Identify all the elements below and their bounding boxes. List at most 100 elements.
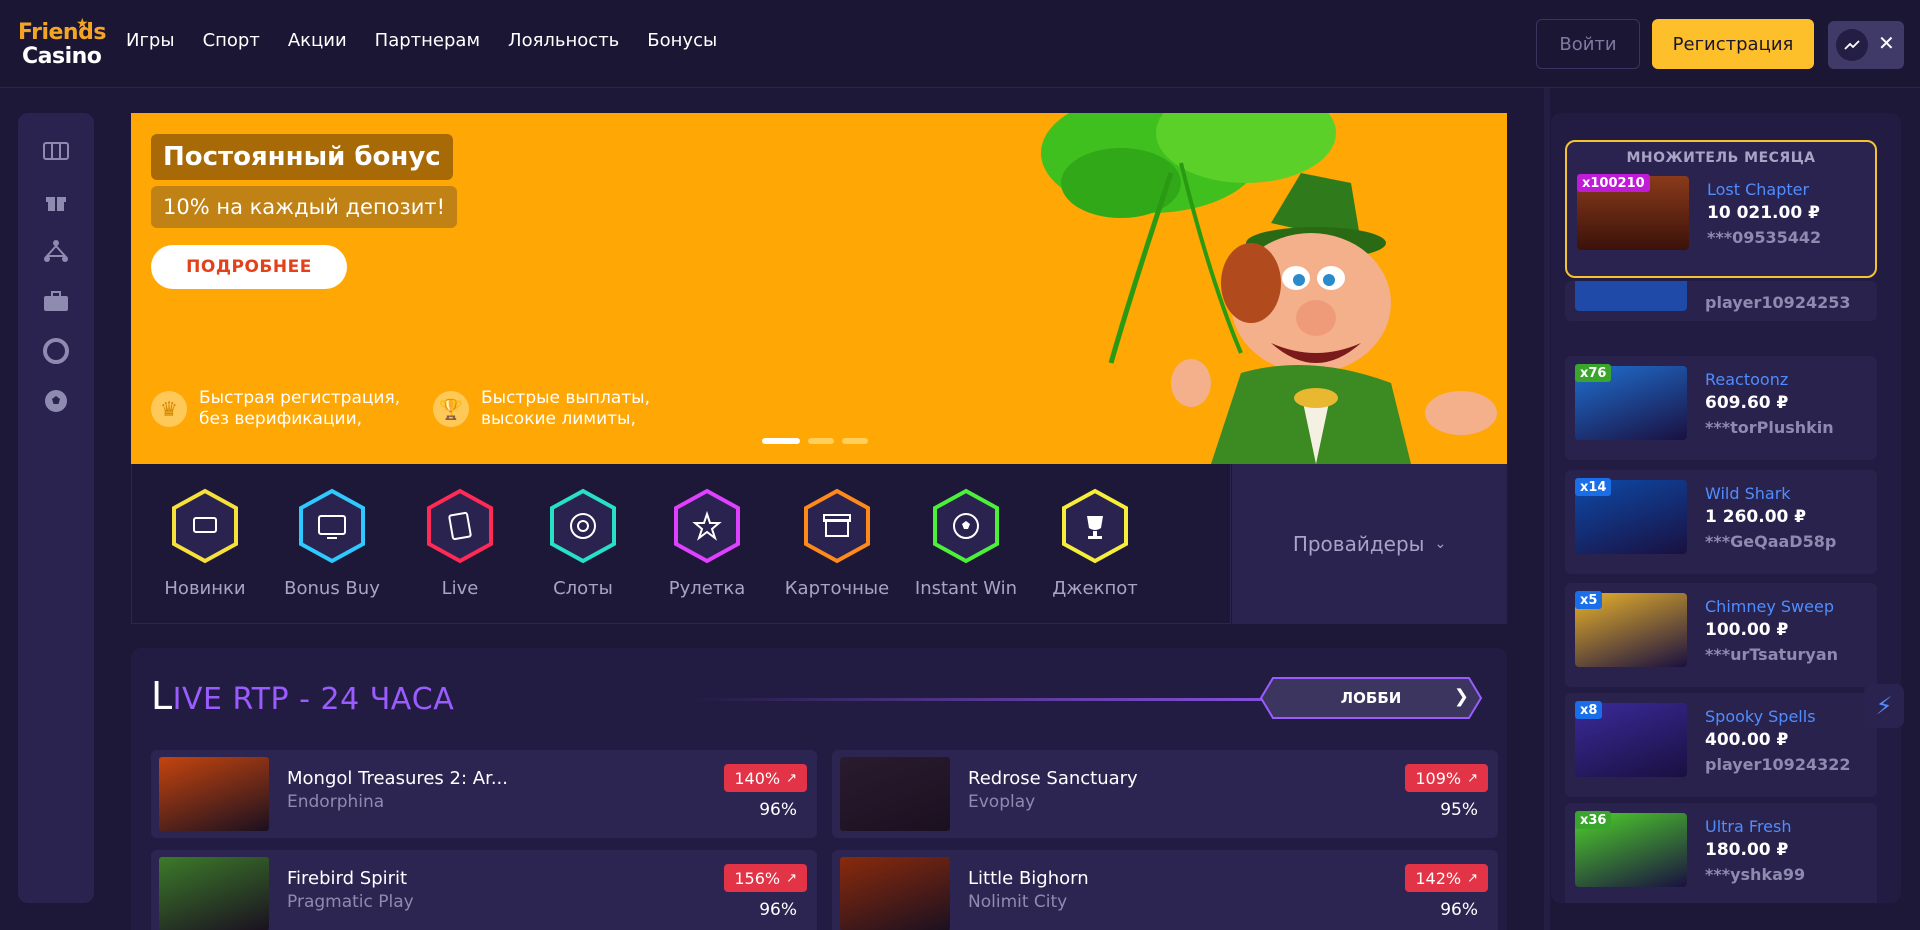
feature-line1: Быстрые выплаты, (481, 388, 650, 408)
slider-dot-2[interactable] (808, 438, 834, 444)
left-sidebar (18, 113, 94, 903)
rtp-change: 140% (734, 768, 781, 788)
category-label: Instant Win (914, 578, 1018, 599)
game-name: Wild Shark (1705, 484, 1791, 503)
chevron-down-icon: ⌄ (1434, 536, 1447, 552)
title-first-letter: L (151, 674, 173, 718)
win-user: ***09535442 (1707, 228, 1822, 247)
rtp-change: 142% (1415, 868, 1462, 888)
rtp-widget[interactable]: ✕ (1828, 21, 1904, 69)
win-amount: 1 260.00 ₽ (1705, 507, 1807, 527)
month-multiplier-header: МНОЖИТЕЛЬ МЕСЯЦА (1626, 150, 1816, 166)
win-amount: 10 021.00 ₽ (1707, 203, 1820, 223)
rtp-game-card[interactable]: Little Bighorn Nolimit City 142% ↗ 96% (832, 850, 1498, 930)
logo-star-icon: ★ (76, 16, 89, 32)
lobby-button[interactable]: ЛОББИ ❯ (1259, 676, 1483, 720)
lobby-label: ЛОББИ (1340, 689, 1402, 707)
multiplier-badge: x5 (1575, 591, 1603, 609)
wins-panel: МНОЖИТЕЛЬ МЕСЯЦА x100210 Lost Chapter 10… (1551, 113, 1901, 903)
category-label: Live (441, 578, 479, 599)
category-джекпот[interactable]: Джекпот (1040, 488, 1150, 599)
logo[interactable]: Friends ★ Casino (18, 16, 106, 70)
rtp-value: 96% (1440, 900, 1478, 920)
tv-icon (299, 488, 365, 564)
category-карточные[interactable]: Карточные (782, 488, 892, 599)
feature-line2: высокие лимиты, (481, 409, 636, 429)
nav-games[interactable]: Игры (126, 30, 175, 51)
briefcase-icon[interactable] (42, 287, 70, 315)
category-рулетка[interactable]: Рулетка (652, 488, 762, 599)
rtp-change-badge: 140% ↗ (724, 764, 807, 792)
category-label: Bonus Buy (284, 578, 380, 599)
category-слоты[interactable]: Слоты (528, 488, 638, 599)
tournament-icon[interactable] (42, 237, 70, 265)
providers-dropdown[interactable]: Провайдеры ⌄ (1232, 464, 1507, 624)
category-live[interactable]: Live (405, 488, 515, 599)
scroll-shortcut-icon[interactable]: ⚡ (1864, 684, 1904, 728)
category-label: Карточные (784, 578, 890, 599)
month-win: x100210 Lost Chapter 10 021.00 ₽ ***0953… (1567, 166, 1879, 270)
win-card[interactable]: x14 Wild Shark 1 260.00 ₽ ***GeQaaD58p (1565, 470, 1877, 574)
login-button[interactable]: Войти (1536, 19, 1640, 69)
nav-loyalty[interactable]: Лояльность (508, 30, 619, 51)
nav-promos[interactable]: Акции (288, 30, 347, 51)
game-thumbnail (840, 757, 950, 831)
rtp-game-card[interactable]: Redrose Sanctuary Evoplay 109% ↗ 95% (832, 750, 1498, 838)
ball-icon (933, 488, 999, 564)
nav-bonuses[interactable]: Бонусы (647, 30, 717, 51)
game-name: Ultra Fresh (1705, 817, 1792, 836)
game-provider: Pragmatic Play (287, 892, 414, 912)
feature-line2: без верификации, (199, 409, 363, 429)
logo-line2: Casino (22, 44, 102, 69)
game-name: Mongol Treasures 2: Ar... (287, 768, 509, 789)
chevron-right-icon: ❯ (1453, 686, 1469, 707)
nav-sport[interactable]: Спорт (203, 30, 260, 51)
multiplier-badge: x8 (1575, 701, 1603, 719)
win-card-partial[interactable]: player10924253 (1565, 281, 1877, 321)
category-новинки[interactable]: Новинки (150, 488, 260, 599)
slots-icon[interactable] (42, 137, 70, 165)
game-provider: Endorphina (287, 792, 385, 812)
close-icon[interactable]: ✕ (1878, 31, 1895, 55)
category-bonus-buy[interactable]: Bonus Buy (277, 488, 387, 599)
game-name: Spooky Spells (1705, 707, 1816, 726)
win-card[interactable]: x76 Reactoonz 609.60 ₽ ***torPlushkin (1565, 356, 1877, 460)
rtp-game-card[interactable]: Mongol Treasures 2: Ar... Endorphina 140% ↗… (151, 750, 817, 838)
banner-title: Постоянный бонус (151, 134, 453, 180)
win-entry: x36 Ultra Fresh 180.00 ₽ ***yshka99 (1565, 803, 1877, 903)
football-icon[interactable] (42, 387, 70, 415)
win-card[interactable]: x5 Chimney Sweep 100.00 ₽ ***urTsaturyan (1565, 583, 1877, 687)
register-button[interactable]: Регистрация (1652, 19, 1814, 69)
win-amount: 100.00 ₽ (1705, 620, 1789, 640)
cards-icon (427, 488, 493, 564)
win-entry: x76 Reactoonz 609.60 ₽ ***torPlushkin (1565, 356, 1877, 460)
slider-dot-1[interactable] (762, 438, 800, 444)
category-instant-win[interactable]: Instant Win (911, 488, 1021, 599)
arrow-up-right-icon: ↗ (1467, 770, 1478, 786)
game-name: Lost Chapter (1707, 180, 1810, 199)
slider-dot-3[interactable] (842, 438, 868, 444)
lifebuoy-icon[interactable] (42, 337, 70, 365)
title-rest: IVE RTP - 24 ЧАСА (172, 682, 455, 717)
gift-icon[interactable] (42, 187, 70, 215)
more-button[interactable]: ПОДРОБНЕЕ (151, 245, 347, 289)
win-card[interactable]: x8 Spooky Spells 400.00 ₽ player10924322 (1565, 693, 1877, 797)
arrow-up-right-icon: ↗ (786, 770, 797, 786)
win-amount: 400.00 ₽ (1705, 730, 1789, 750)
nav-partners[interactable]: Партнерам (375, 30, 480, 51)
game-provider: Evoplay (968, 792, 1036, 812)
logo-line1: Friends (18, 20, 106, 45)
month-multiplier-card[interactable]: МНОЖИТЕЛЬ МЕСЯЦА x100210 Lost Chapter 10… (1565, 140, 1877, 278)
rtp-change: 156% (734, 868, 781, 888)
cup-icon (1062, 488, 1128, 564)
win-entry: x8 Spooky Spells 400.00 ₽ player10924322 (1565, 693, 1877, 797)
win-amount: 609.60 ₽ (1705, 393, 1789, 413)
game-provider: Nolimit City (968, 892, 1068, 912)
win-card[interactable]: x36 Ultra Fresh 180.00 ₽ ***yshka99 (1565, 803, 1877, 903)
win-entry: x5 Chimney Sweep 100.00 ₽ ***urTsaturyan (1565, 583, 1877, 687)
multiplier-badge: x76 (1575, 364, 1612, 382)
panel-divider (1544, 88, 1550, 930)
promo-banner: Постоянный бонус 10% на каждый депозит! … (131, 113, 1507, 464)
category-label: Рулетка (668, 578, 746, 599)
rtp-game-card[interactable]: Firebird Spirit Pragmatic Play 156% ↗ 96% (151, 850, 817, 930)
